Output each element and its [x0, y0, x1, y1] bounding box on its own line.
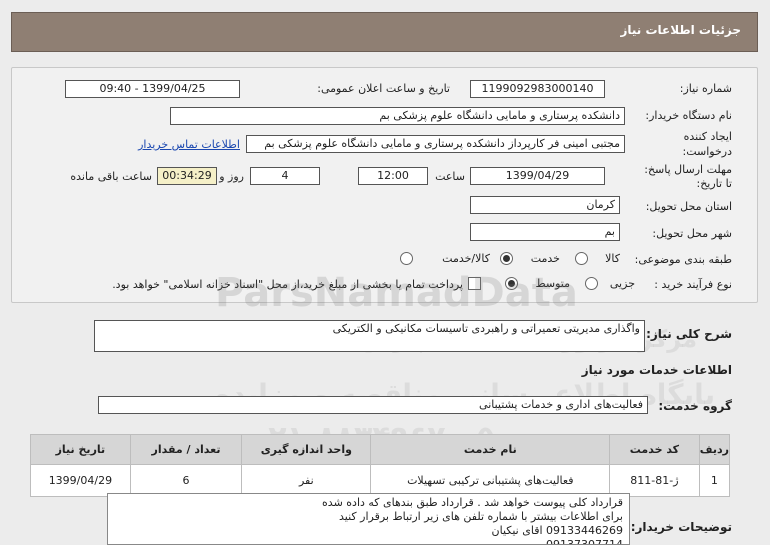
table-header-row: ردیف کد خدمت نام خدمت واحد اندازه گیری ت…	[30, 434, 731, 465]
category-option-goods-label: کالا	[605, 252, 620, 265]
province-label: استان محل تحویل:	[645, 200, 732, 213]
deadline-time-label: ساعت	[435, 170, 465, 183]
col-service-name: نام خدمت	[370, 434, 611, 465]
notes-line-2: برای اطلاعات بیشتر با شماره تلفن های زیر…	[338, 510, 623, 523]
creator-label-2: درخواست:	[682, 145, 732, 158]
summary-label: شرح کلی نیاز:	[646, 327, 732, 341]
creator-field: مجتبی امینی فر کارپرداز دانشکده پرستاری …	[246, 135, 625, 153]
notes-line-3: 09133446269 اقای نیکیان	[491, 524, 623, 537]
cell-quantity: 6	[129, 464, 243, 497]
process-option-medium-label: متوسط	[535, 277, 570, 290]
summary-field: واگذاری مدیریتی تعمیراتی و راهبردی تاسیس…	[94, 320, 645, 352]
category-option-goods-service-radio[interactable]	[400, 252, 413, 265]
buyer-label: نام دستگاه خریدار:	[645, 109, 732, 122]
cell-service-name: فعالیت‌های پشتیبانی ترکیبی تسهیلات	[370, 464, 611, 497]
notes-label: توضیحات خریدار:	[630, 520, 732, 534]
announce-date-field: 1399/04/25 - 09:40	[65, 80, 240, 98]
remaining-days-field: 4	[250, 167, 320, 185]
city-label: شهر محل تحویل:	[652, 227, 732, 240]
process-label: نوع فرآیند خرید :	[654, 278, 732, 291]
process-option-medium-radio[interactable]	[505, 277, 518, 290]
city-field: بم	[470, 223, 620, 241]
remaining-time-field: 00:34:29	[157, 167, 217, 185]
deadline-date-field: 1399/04/29	[470, 167, 605, 185]
need-number-label: شماره نیاز:	[679, 82, 732, 95]
cell-unit: نفر	[241, 464, 372, 497]
announce-date-label: تاریخ و ساعت اعلان عمومی:	[317, 82, 450, 95]
creator-label-1: ایجاد کننده	[683, 130, 732, 143]
cell-service-code: ژ-81-811	[609, 464, 700, 497]
need-number-field: 1199092983000140	[470, 80, 605, 98]
cell-row-number: 1	[698, 464, 731, 497]
notes-line-4: 09137307714	[546, 538, 623, 545]
col-unit: واحد اندازه گیری	[241, 434, 372, 465]
col-quantity: تعداد / مقدار	[129, 434, 243, 465]
cell-need-date: 1399/04/29	[30, 464, 131, 497]
notes-line-1: قرارداد کلی پیوست خواهد شد . قرارداد طبق…	[322, 496, 623, 509]
remaining-days-label: روز و	[219, 170, 244, 183]
process-option-medium[interactable]: متوسط	[505, 276, 570, 292]
treasury-payment-checkbox[interactable]	[468, 277, 481, 290]
province-field: کرمان	[470, 196, 620, 214]
category-label: طبقه بندی موضوعی:	[634, 253, 732, 266]
category-option-service-label: خدمت	[530, 252, 560, 265]
buyer-field: دانشکده پرستاری و مامایی دانشگاه علوم پز…	[170, 107, 625, 125]
category-option-goods[interactable]: کالا	[575, 251, 620, 267]
page-title: جزئیات اطلاعات نیاز	[620, 23, 741, 37]
category-option-goods-service[interactable]: کالا/خدمت	[400, 251, 490, 267]
deadline-time-field: 12:00	[358, 167, 428, 185]
col-service-code: کد خدمت	[609, 434, 700, 465]
remaining-time-label: ساعت باقی مانده	[70, 170, 152, 183]
category-option-service-radio[interactable]	[500, 252, 513, 265]
col-need-date: تاریخ نیاز	[30, 434, 131, 465]
services-table: ردیف کد خدمت نام خدمت واحد اندازه گیری ت…	[30, 434, 731, 497]
services-section-title: اطلاعات خدمات مورد نیاز	[581, 363, 732, 377]
notes-field: قرارداد کلی پیوست خواهد شد . قرارداد طبق…	[107, 493, 630, 545]
need-details-panel	[11, 67, 758, 303]
page-header: جزئیات اطلاعات نیاز	[11, 12, 758, 52]
deadline-label-2: تا تاریخ:	[696, 177, 732, 190]
process-option-minor-label: جزیی	[609, 277, 635, 290]
process-option-minor[interactable]: جزیی	[585, 276, 635, 292]
table-row: 1 ژ-81-811 فعالیت‌های پشتیبانی ترکیبی تس…	[30, 464, 731, 497]
buyer-contact-link[interactable]: اطلاعات تماس خریدار	[138, 138, 240, 151]
category-option-service[interactable]: خدمت	[500, 251, 560, 267]
category-option-goods-radio[interactable]	[575, 252, 588, 265]
col-row-number: ردیف	[698, 434, 731, 465]
category-option-goods-service-label: کالا/خدمت	[442, 252, 490, 265]
deadline-label-1: مهلت ارسال پاسخ:	[644, 163, 732, 176]
treasury-payment-text: پرداخت تمام یا بخشی از مبلغ خرید،از محل …	[112, 278, 463, 291]
service-group-field: فعالیت‌های اداری و خدمات پشتیبانی	[98, 396, 648, 414]
process-option-minor-radio[interactable]	[585, 277, 598, 290]
service-group-label: گروه خدمت:	[658, 399, 732, 413]
